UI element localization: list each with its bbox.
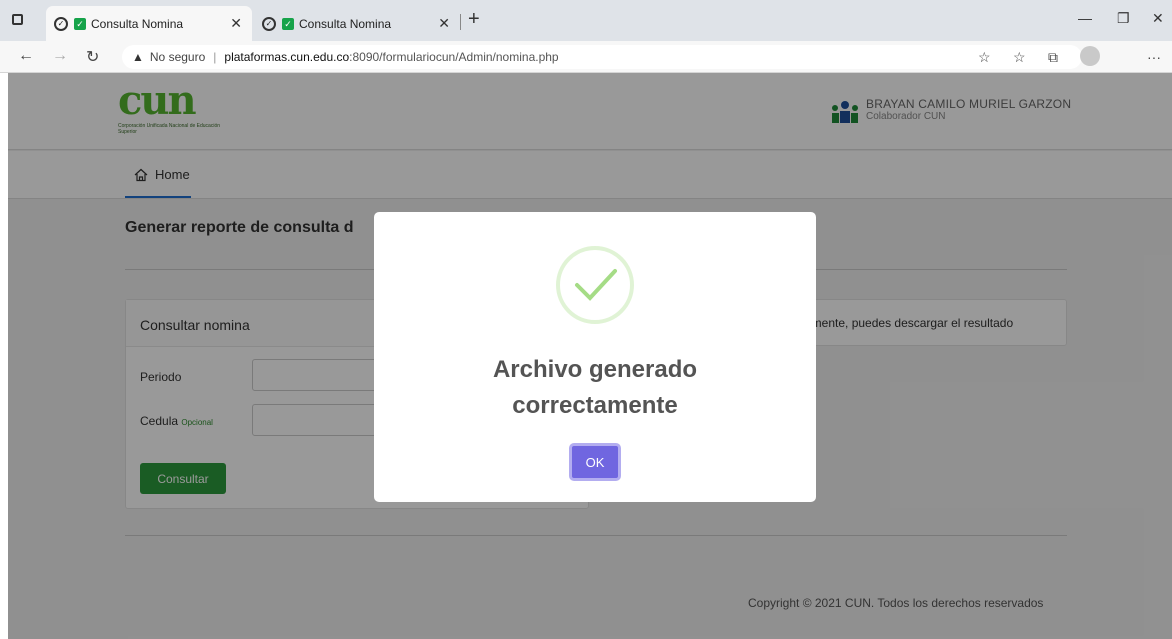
close-window-button[interactable]: ✕ [1152, 10, 1164, 27]
privacy-shield-icon: ✓ [54, 16, 68, 31]
warning-icon: ▲ [132, 50, 144, 64]
minimize-button[interactable]: — [1078, 10, 1092, 26]
collections-icon[interactable]: ⧉ [1048, 49, 1058, 66]
success-check-icon [556, 246, 634, 324]
tab-actions-icon[interactable] [12, 14, 23, 25]
url-domain: plataformas.cun.edu.co [224, 50, 350, 64]
browser-tab-bar: ✓ ✓ Consulta Nomina ✕ ✓ ✓ Consulta Nomin… [0, 0, 1172, 41]
success-modal: Archivo generado correctamente OK [374, 212, 816, 502]
url-separator: | [213, 50, 217, 64]
restore-button[interactable]: ❐ [1117, 10, 1130, 27]
profile-avatar-icon[interactable] [1080, 46, 1100, 66]
more-options-icon[interactable]: ··· [1147, 49, 1161, 65]
tab-title: Consulta Nomina [299, 16, 392, 31]
add-favorite-icon[interactable]: ☆ [978, 49, 991, 66]
refresh-icon[interactable]: ↻ [86, 47, 99, 67]
tab-consulta-nomina-1[interactable]: ✓ ✓ Consulta Nomina ✕ [46, 6, 252, 41]
modal-title-line1: Archivo generado [492, 356, 698, 383]
url-bar[interactable]: ▲ No seguro | plataformas.cun.edu.co :80… [122, 45, 1082, 69]
forward-icon[interactable]: → [52, 47, 68, 65]
favorites-icon[interactable]: ☆ [1013, 49, 1026, 66]
tab-title: Consulta Nomina [91, 16, 184, 31]
back-icon[interactable]: ← [18, 47, 34, 65]
favicon-check-icon: ✓ [74, 17, 86, 30]
tab-divider [460, 14, 461, 30]
close-tab-icon[interactable]: ✕ [230, 15, 242, 32]
ok-button[interactable]: OK [569, 443, 621, 481]
favicon-check-icon: ✓ [282, 17, 294, 30]
new-tab-button[interactable]: + [468, 8, 480, 31]
tab-consulta-nomina-2[interactable]: ✓ ✓ Consulta Nomina ✕ [254, 6, 460, 41]
url-path: :8090/formulariocun/Admin/nomina.php [349, 50, 559, 64]
close-tab-icon[interactable]: ✕ [438, 15, 450, 32]
modal-title: Archivo generado correctamente [374, 352, 816, 424]
privacy-shield-icon: ✓ [262, 16, 276, 31]
security-status: No seguro [149, 50, 206, 64]
modal-title-line2: correctamente [512, 392, 678, 419]
address-toolbar: ← → ↻ ▲ No seguro | plataformas.cun.edu.… [0, 41, 1172, 73]
